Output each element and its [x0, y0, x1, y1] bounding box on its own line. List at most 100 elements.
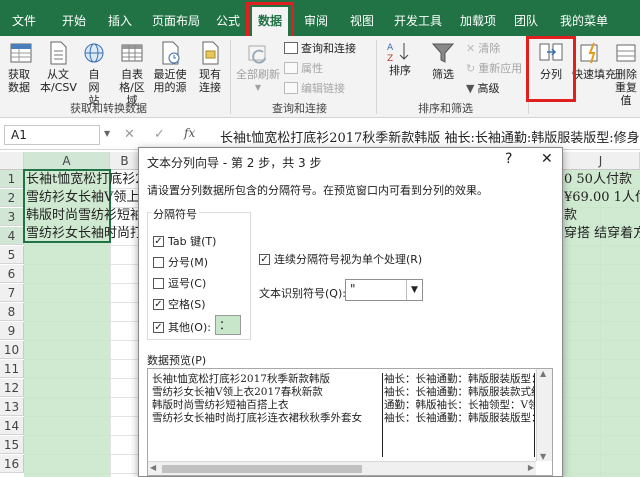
checkbox-unchecked[interactable]	[153, 277, 164, 289]
advanced-button[interactable]: ▼ 高级	[466, 80, 499, 96]
fx-icon[interactable]: fx	[184, 126, 195, 140]
edit-links-label: 编辑链接	[301, 82, 345, 95]
queries-conn-button[interactable]: 查询和连接	[284, 40, 356, 56]
dialog-title: 文本分列向导 - 第 2 步，共 3 步	[147, 156, 322, 170]
row-header[interactable]: 3	[0, 208, 24, 226]
cell-a4[interactable]: 雪纺衫女长袖时尚打	[26, 225, 138, 243]
filter-button[interactable]: 筛选	[428, 40, 458, 81]
row-header[interactable]: 13	[0, 398, 24, 416]
formula-input[interactable]: 长袖t恤宽松打底衫2017秋季新款韩版 袖长:长袖通勤:韩版服装版型:修身图案	[212, 125, 640, 145]
properties-button[interactable]: 属性	[284, 60, 323, 76]
preview-horizontal-scrollbar[interactable]: ◀ ▶	[148, 461, 536, 475]
tab-developer[interactable]: 开发工具	[394, 12, 442, 30]
sort-button[interactable]: 排序	[386, 64, 414, 77]
name-box-dropdown-icon[interactable]: ▼	[104, 129, 110, 138]
recent-sources-button[interactable]: 最近使用的源	[152, 40, 188, 94]
cell-j3[interactable]: 款	[564, 207, 640, 225]
cancel-icon[interactable]: ✕	[124, 127, 135, 142]
from-text-button[interactable]: 从文本/CSV	[40, 40, 77, 94]
data-preview[interactable]: 长袖t恤宽松打底衫2017秋季新款韩版 雪纺衫女长袖V领上衣2017春秋新款 韩…	[147, 368, 553, 476]
preview-row-col1: 韩版时尚雪纺衫短袖百搭上衣	[152, 399, 289, 411]
cell-j2[interactable]: ¥69.00 1人付	[564, 189, 640, 207]
row-header[interactable]: 6	[0, 265, 24, 283]
checkbox-checked[interactable]: ✓	[153, 235, 164, 247]
refresh-all-button[interactable]: 全部刷新 ▼	[236, 40, 280, 94]
tab-file[interactable]: 文件	[12, 12, 36, 30]
column-break-line[interactable]	[534, 373, 535, 457]
checkbox-checked[interactable]: ✓	[153, 298, 164, 310]
cell-j1[interactable]: 0 50人付款	[564, 171, 640, 189]
comma-checkbox-row[interactable]: 逗号(C)	[153, 275, 206, 291]
existing-conn-label: 现有连接	[199, 68, 221, 94]
remove-duplicates-label: 删除重复值	[615, 68, 637, 107]
tab-insert[interactable]: 插入	[108, 12, 132, 30]
text-qualifier-select[interactable]: " ▼	[345, 279, 423, 301]
group-sort-filter: 排序和筛选	[418, 102, 473, 115]
edit-links-button[interactable]: 编辑链接	[284, 80, 345, 96]
table-icon	[121, 44, 143, 62]
row-header[interactable]: 14	[0, 417, 24, 435]
close-icon[interactable]: ✕	[541, 151, 553, 167]
flash-fill-button[interactable]: 快速填充	[572, 40, 616, 81]
cell-a3[interactable]: 韩版时尚雪纺衫短袖	[26, 207, 138, 225]
name-box[interactable]: A1	[4, 125, 100, 145]
checkbox-checked[interactable]: ✓	[153, 321, 164, 333]
tab-formulas[interactable]: 公式	[216, 12, 240, 30]
checkbox-checked[interactable]: ✓	[259, 253, 270, 265]
reapply-button[interactable]: ↻ 重新应用	[466, 60, 522, 76]
row-header[interactable]: 2	[0, 189, 24, 207]
scrollbar-thumb[interactable]	[162, 465, 362, 473]
row-header[interactable]: 9	[0, 322, 24, 340]
tab-addins[interactable]: 加载项	[460, 12, 496, 30]
scroll-right-icon[interactable]: ▶	[528, 463, 534, 472]
row-header[interactable]: 10	[0, 341, 24, 359]
other-checkbox-row[interactable]: ✓ 其他(O):	[153, 319, 211, 335]
preview-vertical-scrollbar[interactable]: ▲ ▼	[536, 369, 552, 461]
row-header[interactable]: 8	[0, 303, 24, 321]
from-text-label: 从文本/CSV	[40, 68, 77, 94]
tab-my-menu[interactable]: 我的菜单	[560, 12, 608, 30]
scroll-up-icon[interactable]: ▲	[540, 369, 546, 378]
row-header[interactable]: 1	[0, 170, 24, 188]
tab-review[interactable]: 审阅	[304, 12, 328, 30]
row-header[interactable]: 12	[0, 379, 24, 397]
from-table-button[interactable]: 自表格/区域	[114, 40, 150, 107]
advanced-label: 高级	[477, 82, 500, 95]
space-checkbox-row[interactable]: ✓ 空格(S)	[153, 296, 206, 312]
help-button[interactable]: ?	[505, 151, 512, 167]
tab-view[interactable]: 视图	[350, 12, 374, 30]
row-header[interactable]: 15	[0, 436, 24, 454]
row-header[interactable]: 7	[0, 284, 24, 302]
col-header-b[interactable]: B	[110, 152, 140, 170]
row-header[interactable]: 11	[0, 360, 24, 378]
consecutive-checkbox-row[interactable]: ✓ 连续分隔符号视为单个处理(R)	[259, 251, 422, 267]
cell-a1[interactable]: 长袖t恤宽松打底衫2017	[26, 171, 138, 189]
other-delimiter-input[interactable]: ：	[215, 315, 241, 335]
col-header-j[interactable]: J	[562, 152, 640, 170]
select-all-corner[interactable]	[0, 152, 24, 170]
cell-a2[interactable]: 雪纺衫女长袖V领上衣	[26, 189, 138, 207]
clear-button[interactable]: ✕ 清除	[466, 40, 500, 56]
tab-page-layout[interactable]: 页面布局	[152, 12, 200, 30]
enter-icon[interactable]: ✓	[154, 127, 165, 142]
semicolon-checkbox-row[interactable]: 分号(M)	[153, 254, 208, 270]
from-web-button[interactable]: 自网站	[80, 40, 108, 107]
scroll-down-icon[interactable]: ▼	[540, 452, 546, 461]
remove-duplicates-button[interactable]: 删除重复值	[614, 40, 640, 107]
row-header[interactable]: 4	[0, 227, 24, 245]
row-header[interactable]: 5	[0, 246, 24, 264]
col-header-a[interactable]: A	[24, 152, 110, 170]
preview-row-col1: 长袖t恤宽松打底衫2017秋季新款韩版	[152, 373, 330, 385]
scroll-left-icon[interactable]: ◀	[150, 463, 156, 472]
tab-checkbox-row[interactable]: ✓ Tab 键(T)	[153, 233, 216, 249]
tab-home[interactable]: 开始	[62, 12, 86, 30]
row-header[interactable]: 16	[0, 455, 24, 473]
checkbox-unchecked[interactable]	[153, 256, 164, 268]
chevron-down-icon[interactable]: ▼	[406, 280, 422, 300]
tab-team[interactable]: 团队	[514, 12, 538, 30]
get-data-button[interactable]: 获取数据	[4, 40, 38, 94]
existing-conn-button[interactable]: 现有连接	[196, 40, 224, 94]
connection-file-icon	[202, 41, 219, 65]
column-break-line[interactable]	[382, 373, 383, 457]
cell-j4[interactable]: 穿搭 结穿着方式:套	[564, 225, 640, 243]
